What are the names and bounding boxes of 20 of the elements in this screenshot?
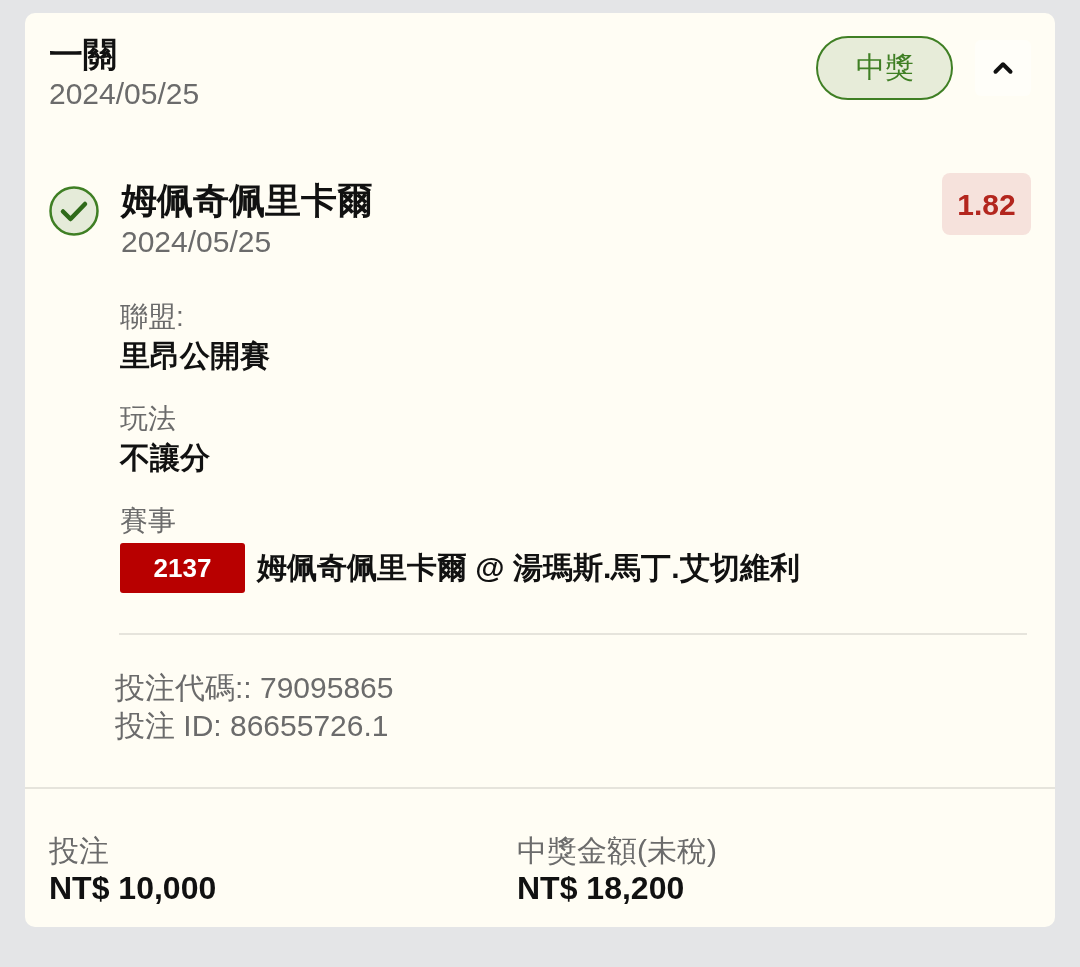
bet-title: 一關 <box>49 34 118 75</box>
detail-label: 聯盟: <box>120 300 185 334</box>
detail-label: 玩法 <box>120 402 177 436</box>
summary-amount: NT$ 10,000 <box>49 869 218 907</box>
detail-value: 里昂公開賽 <box>120 338 271 374</box>
selection-date: 2024/05/25 <box>121 224 273 260</box>
event-code-badge: 2137 <box>120 543 245 593</box>
bet-reference: 投注代碼:: 79095865 <box>115 670 395 706</box>
summary-label: 中獎金額(未稅) <box>517 833 718 869</box>
selection-name: 姆佩奇佩里卡爾 <box>121 179 374 223</box>
odds-badge: 1.82 <box>942 173 1031 235</box>
bet-reference: 投注 ID: 86655726.1 <box>115 708 390 744</box>
detail-value: 不讓分 <box>120 440 211 476</box>
event-name: 姆佩奇佩里卡爾 @ 湯瑪斯.馬丁.艾切維利 <box>257 550 800 586</box>
detail-label: 賽事 <box>120 504 177 538</box>
summary-label: 投注 <box>49 833 110 869</box>
bet-date: 2024/05/25 <box>49 76 200 112</box>
summary-amount: NT$ 18,200 <box>517 869 686 907</box>
collapse-button[interactable] <box>975 40 1031 96</box>
status-badge: 中獎 <box>816 36 953 100</box>
